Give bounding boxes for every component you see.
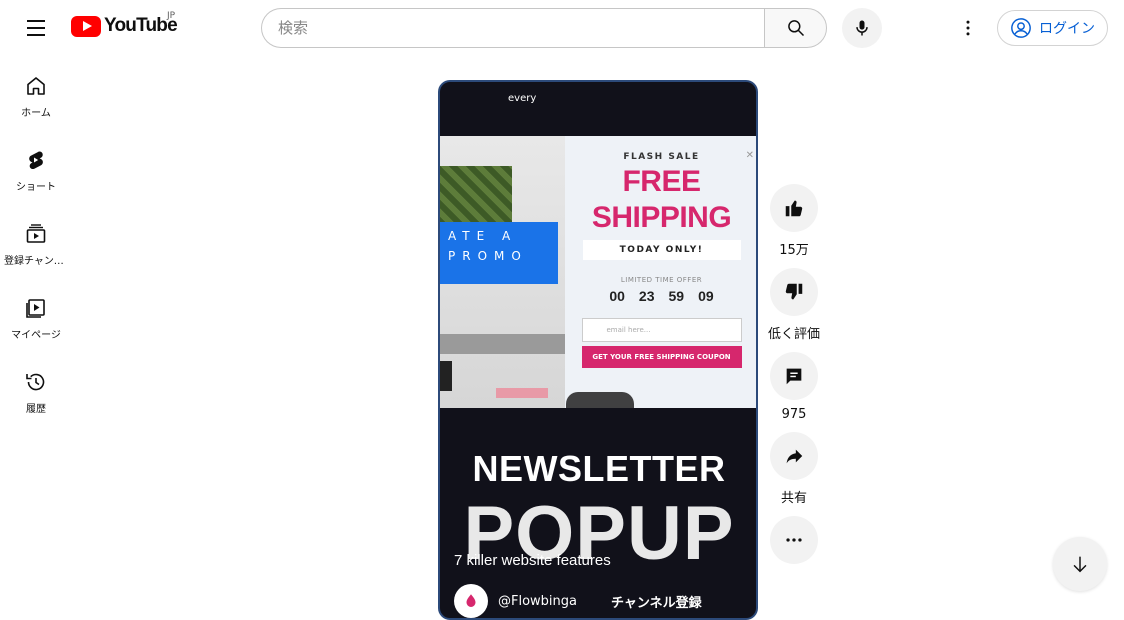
microphone-icon <box>856 20 868 36</box>
login-button[interactable]: ログイン <box>997 10 1108 46</box>
subscribe-button[interactable]: チャンネル登録 <box>611 592 702 611</box>
free-label: FREE <box>622 165 701 198</box>
sidebar-item-label: ショート <box>16 182 56 193</box>
sidebar-item-shorts[interactable]: ショート <box>0 130 72 204</box>
sidebar-item-subscriptions[interactable]: 登録チャンネル <box>0 204 72 278</box>
sidebar-item-history[interactable]: 履歴 <box>0 352 72 426</box>
search-button[interactable] <box>764 8 827 48</box>
voice-search-button[interactable] <box>842 8 882 48</box>
arrow-down-icon <box>1073 556 1087 573</box>
sidebar-item-label: 履歴 <box>26 404 46 415</box>
sidebar-item-home[interactable]: ホーム <box>0 56 72 130</box>
share-action: 共有 <box>770 432 818 506</box>
countdown-days: 00 <box>609 288 625 304</box>
play-button[interactable] <box>566 392 634 408</box>
flash-sale-label: FLASH SALE <box>623 152 700 162</box>
menu-icon[interactable] <box>20 12 52 44</box>
comment-button[interactable] <box>770 352 818 400</box>
countdown-seconds: 09 <box>698 288 714 304</box>
desk-dark-image <box>440 361 452 391</box>
sidebar-item-label: ホーム <box>21 108 51 119</box>
region-code: JP <box>167 11 176 21</box>
comment-icon <box>786 368 802 385</box>
more-horizontal-icon <box>786 538 802 542</box>
share-button[interactable] <box>770 432 818 480</box>
promo-blue-box: ATE A PROMO <box>440 222 558 284</box>
promo-left-panel: ATE A PROMO <box>440 136 565 408</box>
like-count: 15万 <box>779 243 809 258</box>
video-channel-watermark: every <box>508 93 537 104</box>
sidebar-item-label: 登録チャンネル <box>4 256 68 267</box>
avatar[interactable] <box>454 584 488 618</box>
share-label: 共有 <box>780 491 807 506</box>
like-action: 15万 <box>770 184 818 258</box>
settings-more-button[interactable] <box>952 12 984 44</box>
today-only-label: TODAY ONLY! <box>582 240 741 260</box>
next-video-button[interactable] <box>1053 537 1107 591</box>
promo-popup: ✕ FLASH SALE FREE SHIPPING TODAY ONLY! L… <box>565 136 756 408</box>
thumbs-up-icon <box>785 200 803 217</box>
more-vertical-icon <box>966 20 970 36</box>
like-button[interactable] <box>770 184 818 232</box>
youtube-logo[interactable]: YouTube JP <box>71 11 178 37</box>
dislike-label: 低く評価 <box>768 327 821 342</box>
search-input[interactable] <box>261 8 764 48</box>
channel-row: @Flowbinga チャンネル登録 <box>454 584 702 618</box>
close-icon: ✕ <box>745 150 754 161</box>
history-icon <box>26 373 45 391</box>
library-icon <box>26 299 45 318</box>
shorts-actions: 15万 低く評価 975 共有 <box>768 184 821 574</box>
sidebar: ホーム ショート 登録チャンネル マイページ 履歴 <box>0 56 72 426</box>
account-icon <box>1011 18 1031 38</box>
share-icon <box>786 449 803 464</box>
pink-bar <box>496 388 548 398</box>
shorts-video-player[interactable]: every ATE A PROMO ✕ FLASH SALE FREE SHIP… <box>438 80 758 620</box>
more-options-button[interactable] <box>770 516 818 564</box>
coupon-button: GET YOUR FREE SHIPPING COUPON <box>581 346 742 368</box>
countdown-timer: 00 23 59 09 <box>565 288 756 304</box>
comment-count: 975 <box>781 407 807 422</box>
video-promo-frame: ATE A PROMO ✕ FLASH SALE FREE SHIPPING T… <box>440 136 756 408</box>
desk-image <box>440 334 565 354</box>
login-label: ログイン <box>1039 21 1095 37</box>
thumbs-down-icon <box>785 283 803 300</box>
sidebar-item-label: マイページ <box>11 330 61 341</box>
sidebar-item-library[interactable]: マイページ <box>0 278 72 352</box>
email-field: email here... <box>581 318 742 342</box>
youtube-play-logo-icon <box>71 15 101 37</box>
top-bar: YouTube JP ログイン <box>0 0 1124 56</box>
dislike-action: 低く評価 <box>768 268 821 342</box>
search-icon <box>787 20 804 37</box>
shipping-label: SHIPPING <box>591 201 732 234</box>
countdown-minutes: 59 <box>668 288 685 304</box>
countdown-hours: 23 <box>638 288 655 304</box>
logo-text: YouTube <box>104 15 178 36</box>
video-headline: NEWSLETTER <box>472 448 726 489</box>
shorts-icon <box>29 151 43 170</box>
channel-logo-icon <box>466 594 476 607</box>
search-bar <box>261 8 827 48</box>
limited-offer-label: LIMITED TIME OFFER <box>620 276 703 284</box>
video-title[interactable]: 7 killer website features <box>454 552 611 569</box>
home-icon <box>27 77 45 95</box>
dislike-button[interactable] <box>770 268 818 316</box>
subscriptions-icon <box>26 224 46 243</box>
channel-name[interactable]: @Flowbinga <box>498 594 577 609</box>
more-action <box>770 516 818 564</box>
comment-action: 975 <box>770 352 818 422</box>
play-icon <box>588 404 612 408</box>
